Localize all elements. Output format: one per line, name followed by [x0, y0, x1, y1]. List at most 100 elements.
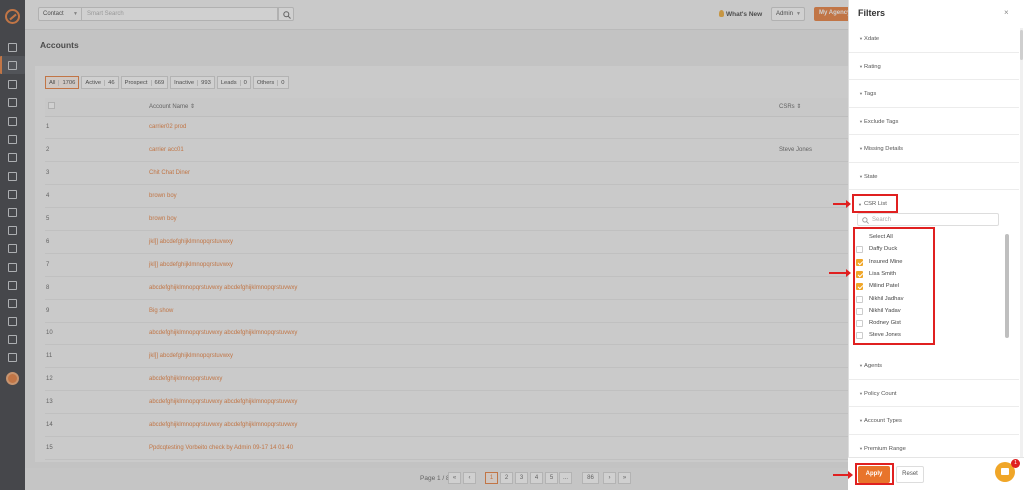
page-button[interactable]: 86: [582, 472, 599, 484]
filter-section-exclude-tags[interactable]: ▼ Exclude Tags: [849, 108, 1019, 135]
nav-clipboard-icon[interactable]: [8, 263, 17, 272]
page-button[interactable]: 4: [530, 472, 543, 484]
filter-section-tags[interactable]: ▼ Tags: [849, 80, 1019, 108]
page-button[interactable]: 3: [515, 472, 528, 484]
nav-trend-icon[interactable]: [8, 317, 17, 326]
nav-list-icon[interactable]: [8, 117, 17, 126]
account-name-link[interactable]: Big show: [149, 308, 173, 314]
csr-option[interactable]: Milind Patel: [856, 281, 936, 293]
csr-option[interactable]: Daffy Duck: [856, 244, 936, 256]
account-name-link[interactable]: jkl]] abcdefghijklmnopqrstuvwxy: [149, 239, 233, 245]
account-name-header[interactable]: Account Name ⇕: [149, 98, 779, 117]
tab-others[interactable]: Others 0: [252, 76, 289, 89]
account-name-link[interactable]: jkl]] abcdefghijklmnopqrstuvwxy: [149, 353, 233, 359]
tab-all[interactable]: All 1706: [45, 76, 80, 89]
reset-button[interactable]: Reset: [896, 466, 924, 483]
tab-inactive[interactable]: Inactive 993: [170, 76, 215, 89]
close-icon[interactable]: ×: [1004, 8, 1009, 17]
table-row[interactable]: 2 carrier acc01 Steve Jones: [45, 138, 848, 163]
nav-dashboard-icon[interactable]: [8, 43, 17, 52]
nav-folder-icon[interactable]: [8, 226, 17, 235]
account-name-link[interactable]: abcdefghijklmnopqrstuvwxy abcdefghijklmn…: [149, 285, 297, 291]
filter-section-missing-details[interactable]: ▼ Missing Details: [849, 135, 1019, 163]
checkbox[interactable]: [856, 307, 863, 315]
checkbox[interactable]: [856, 258, 863, 266]
filter-section-account-types[interactable]: ▼ Account Types: [849, 407, 1019, 435]
checkbox[interactable]: [856, 295, 863, 303]
select-all-header[interactable]: [45, 98, 149, 117]
checkbox[interactable]: [856, 283, 863, 291]
csr-option[interactable]: Nikhil Yadav: [856, 306, 936, 318]
table-row[interactable]: 8 abcdefghijklmnopqrstuvwxy abcdefghijkl…: [45, 276, 848, 300]
account-name-link[interactable]: abcdefghijklmnopqrstuvwxy: [149, 376, 222, 382]
tab-prospect[interactable]: Prospect 669: [120, 76, 169, 89]
table-row[interactable]: 15 Ppdcqtesting Vorbeito check by Admin …: [45, 436, 848, 460]
nav-reports-icon[interactable]: [8, 335, 17, 344]
nav-bank-icon[interactable]: [8, 98, 17, 107]
account-name-link[interactable]: abcdefghijklmnopqrstuvwxy abcdefghijklmn…: [149, 422, 297, 428]
whats-new-link[interactable]: What's New: [719, 10, 762, 18]
apply-button[interactable]: Apply: [858, 466, 890, 483]
smart-search-input[interactable]: Smart Search: [81, 7, 278, 21]
role-select[interactable]: Admin ▼: [771, 7, 805, 21]
filter-section-policy-count[interactable]: ▼ Policy Count: [849, 380, 1019, 407]
page-button[interactable]: 5: [545, 472, 558, 484]
checkbox[interactable]: [856, 320, 863, 328]
csr-option[interactable]: Nikhil Jadhav: [856, 294, 936, 306]
panel-scrollbar-thumb[interactable]: [1020, 30, 1023, 60]
csr-header[interactable]: CSRs ⇕: [779, 98, 848, 117]
account-name-link[interactable]: brown boy: [149, 216, 177, 222]
nav-contacts-icon[interactable]: [8, 80, 17, 89]
nav-filter-icon[interactable]: [8, 153, 17, 162]
checkbox[interactable]: [856, 332, 863, 340]
csr-option[interactable]: Lisa Smith: [856, 269, 936, 281]
table-row[interactable]: 12 abcdefghijklmnopqrstuvwxy: [45, 367, 848, 392]
account-name-link[interactable]: carrier acc01: [149, 147, 184, 153]
nav-folder2-icon[interactable]: [8, 281, 17, 290]
account-name-link[interactable]: brown boy: [149, 193, 177, 199]
page-button[interactable]: »: [618, 472, 631, 484]
user-avatar[interactable]: [6, 372, 19, 385]
account-name-link[interactable]: Ppdcqtesting Vorbeito check by Admin 09-…: [149, 445, 293, 451]
table-row[interactable]: 9 Big show: [45, 299, 848, 323]
csr-option[interactable]: Select All: [856, 232, 936, 244]
account-name-link[interactable]: Chit Chat Diner: [149, 170, 190, 176]
tab-active[interactable]: Active 46: [81, 76, 119, 89]
page-button[interactable]: «: [448, 472, 461, 484]
filter-section-agents[interactable]: ▼ Agents: [849, 352, 1019, 380]
search-button[interactable]: [278, 7, 294, 21]
app-logo-icon[interactable]: [5, 9, 20, 24]
nav-megaphone-icon[interactable]: [8, 172, 17, 181]
table-row[interactable]: 13 abcdefghijklmnopqrstuvwxy abcdefghijk…: [45, 390, 848, 415]
entity-select[interactable]: Contact ▼: [38, 7, 82, 21]
table-row[interactable]: 6 jkl]] abcdefghijklmnopqrstuvwxy: [45, 230, 848, 254]
checkbox[interactable]: [856, 270, 863, 278]
csr-list-scrollbar[interactable]: [1005, 234, 1009, 338]
page-button[interactable]: ›: [603, 472, 616, 484]
tab-leads[interactable]: Leads 0: [216, 76, 251, 89]
table-row[interactable]: 11 jkl]] abcdefghijklmnopqrstuvwxy: [45, 344, 848, 369]
account-name-link[interactable]: abcdefghijklmnopqrstuvwxy abcdefghijklmn…: [149, 399, 297, 405]
page-button[interactable]: ‹: [463, 472, 476, 484]
select-all-checkbox[interactable]: [48, 102, 55, 110]
table-row[interactable]: 14 abcdefghijklmnopqrstuvwxy abcdefghijk…: [45, 413, 848, 437]
filter-section-state[interactable]: ▼ State: [849, 163, 1019, 190]
account-name-link[interactable]: jkl]] abcdefghijklmnopqrstuvwxy: [149, 262, 233, 268]
filter-section-xdate[interactable]: ▼ Xdate: [849, 25, 1019, 53]
table-row[interactable]: 1 carrier02 prod: [45, 116, 848, 140]
csr-option[interactable]: Steve Jones: [856, 330, 936, 342]
nav-chart-icon[interactable]: [8, 208, 17, 217]
table-row[interactable]: 10 abcdefghijklmnopqrstuvwxy abcdefghijk…: [45, 322, 848, 346]
page-button[interactable]: 1: [485, 472, 498, 484]
csr-option[interactable]: Insured Mine: [856, 257, 936, 269]
panel-scrollbar[interactable]: [1020, 28, 1023, 458]
page-button[interactable]: 2: [500, 472, 513, 484]
table-row[interactable]: 5 brown boy: [45, 207, 848, 231]
filter-section-rating[interactable]: ▼ Rating: [849, 53, 1019, 80]
nav-settings-icon[interactable]: [8, 353, 17, 362]
csr-search-input[interactable]: Search: [857, 213, 999, 226]
csr-list-section-header[interactable]: ▼ CSR List: [852, 194, 898, 213]
page-button[interactable]: ...: [559, 472, 572, 484]
csr-option[interactable]: Rodney Gist: [856, 318, 936, 330]
nav-docs-icon[interactable]: [8, 190, 17, 199]
